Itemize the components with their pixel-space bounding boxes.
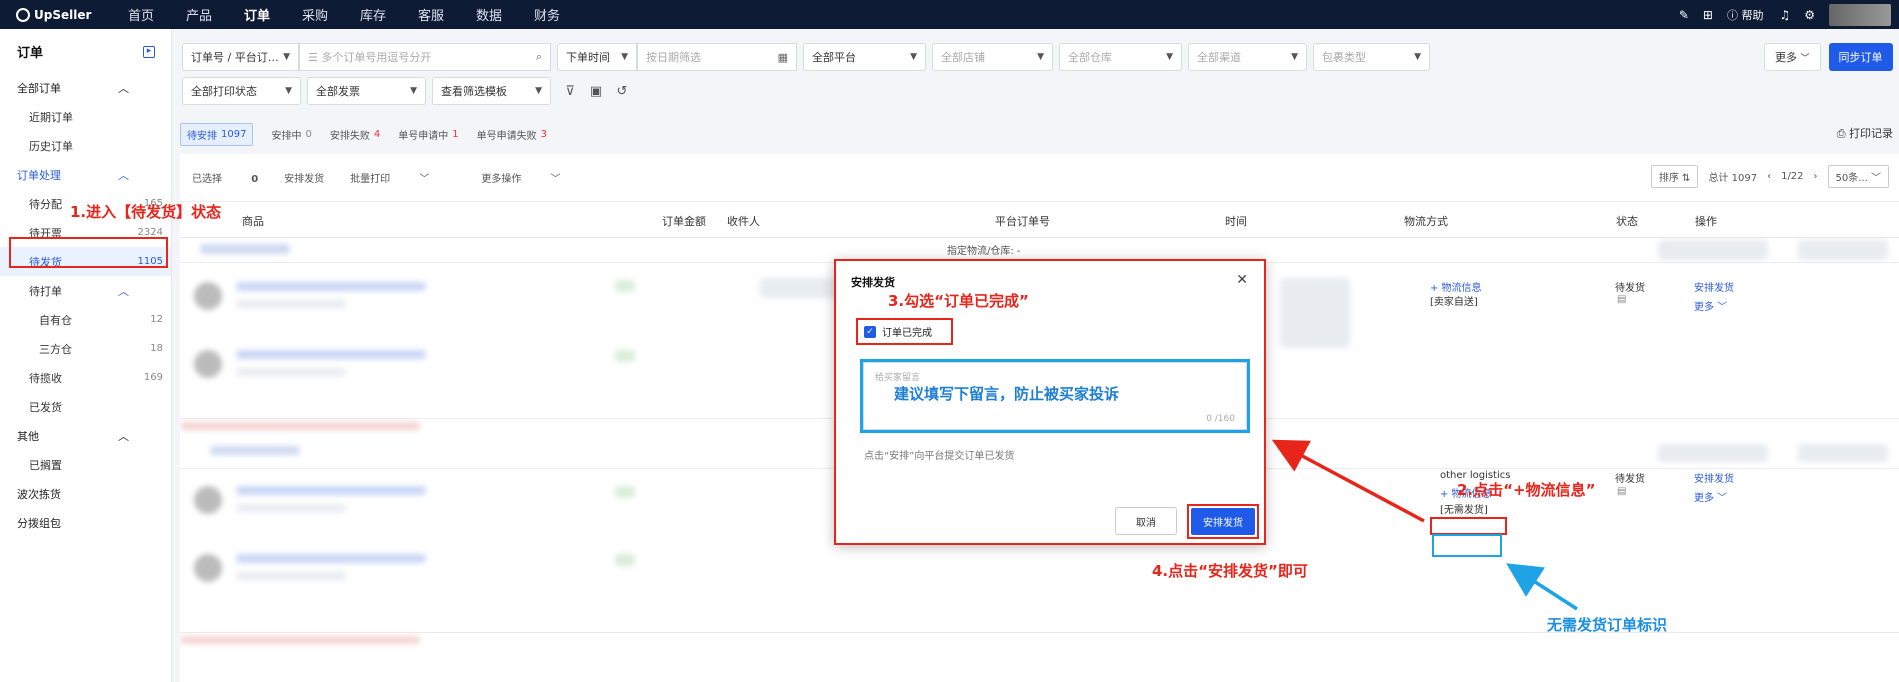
arrow-no-ship xyxy=(1506,563,1578,611)
annotation-step2: 2.点击“+物流信息” xyxy=(1457,481,1596,499)
arrow-step2 xyxy=(1271,439,1425,523)
annotation-no-ship-mark: 无需发货订单标识 xyxy=(1547,616,1668,634)
annotation-suggest: 建议填写下留言，防止被买家投诉 xyxy=(894,385,1120,403)
annotation-step3: 3.勾选“订单已完成” xyxy=(888,292,1029,310)
annotation-arrows xyxy=(1271,439,1578,611)
annotation-step4: 4.点击“安排发货”即可 xyxy=(1152,562,1308,580)
annotation-step1: 1.进入【待发货】状态 xyxy=(70,203,222,221)
